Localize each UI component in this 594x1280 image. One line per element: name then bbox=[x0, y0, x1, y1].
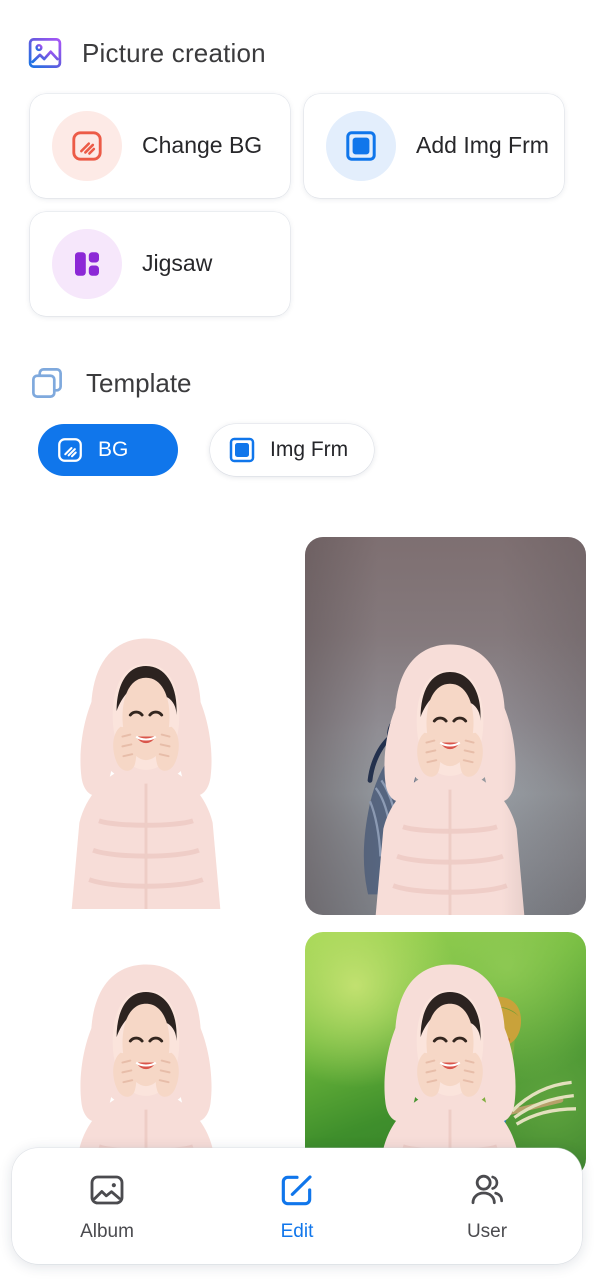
template-item-bee-eater[interactable] bbox=[305, 932, 586, 1177]
action-card-list: Change BG Add Img Frm Jigsaw bbox=[0, 72, 594, 316]
card-label: Change BG bbox=[142, 132, 263, 159]
tab-label: BG bbox=[98, 438, 129, 461]
card-add-img-frm[interactable]: Add Img Frm bbox=[304, 94, 564, 198]
template-item-plain-white[interactable] bbox=[52, 537, 240, 909]
picture-creation-header: Picture creation bbox=[0, 0, 594, 72]
card-label: Jigsaw bbox=[142, 250, 213, 277]
subject-woman-pink-bunny-hood bbox=[352, 943, 548, 1177]
nav-label: User bbox=[466, 1220, 508, 1242]
page-title: Picture creation bbox=[82, 37, 266, 68]
nav-item-edit[interactable]: Edit bbox=[202, 1170, 392, 1243]
change-bg-icon bbox=[52, 111, 122, 181]
card-jigsaw[interactable]: Jigsaw bbox=[30, 212, 290, 316]
nav-item-user[interactable]: User bbox=[392, 1170, 582, 1243]
image-frame-icon bbox=[227, 435, 257, 465]
template-gallery bbox=[0, 537, 594, 1177]
template-item-heron-river[interactable] bbox=[305, 537, 586, 915]
template-header: Template bbox=[0, 316, 594, 402]
bottom-navigation-bar: Album Edit User bbox=[12, 1148, 582, 1264]
subject-woman-pink-bunny-hood bbox=[52, 617, 240, 909]
card-change-bg[interactable]: Change BG bbox=[30, 94, 290, 198]
nav-label: Album bbox=[80, 1220, 134, 1242]
picture-gradient-icon bbox=[26, 34, 64, 72]
template-title: Template bbox=[86, 367, 192, 398]
image-frame-icon bbox=[326, 111, 396, 181]
card-label: Add Img Frm bbox=[416, 132, 549, 159]
change-bg-icon bbox=[55, 435, 85, 465]
nav-label: Edit bbox=[280, 1220, 314, 1242]
template-filter-tabs: BG Img Frm bbox=[0, 402, 594, 476]
nav-item-album[interactable]: Album bbox=[12, 1170, 202, 1243]
tab-label: Img Frm bbox=[270, 438, 349, 461]
app-screen: Picture creation Change BG Add Img Frm J… bbox=[0, 0, 594, 1280]
template-item-plain-white-2[interactable] bbox=[52, 932, 240, 1177]
photo-icon bbox=[87, 1170, 127, 1210]
edit-square-pencil-icon bbox=[277, 1170, 317, 1210]
subject-woman-pink-bunny-hood bbox=[352, 623, 548, 915]
tab-bg[interactable]: BG bbox=[38, 424, 178, 476]
subject-woman-pink-bunny-hood bbox=[52, 943, 240, 1177]
users-icon bbox=[467, 1170, 507, 1210]
heron-bird-icon bbox=[313, 655, 503, 902]
jigsaw-icon bbox=[52, 229, 122, 299]
tab-img-frm[interactable]: Img Frm bbox=[210, 424, 375, 476]
template-layers-icon bbox=[28, 364, 66, 402]
